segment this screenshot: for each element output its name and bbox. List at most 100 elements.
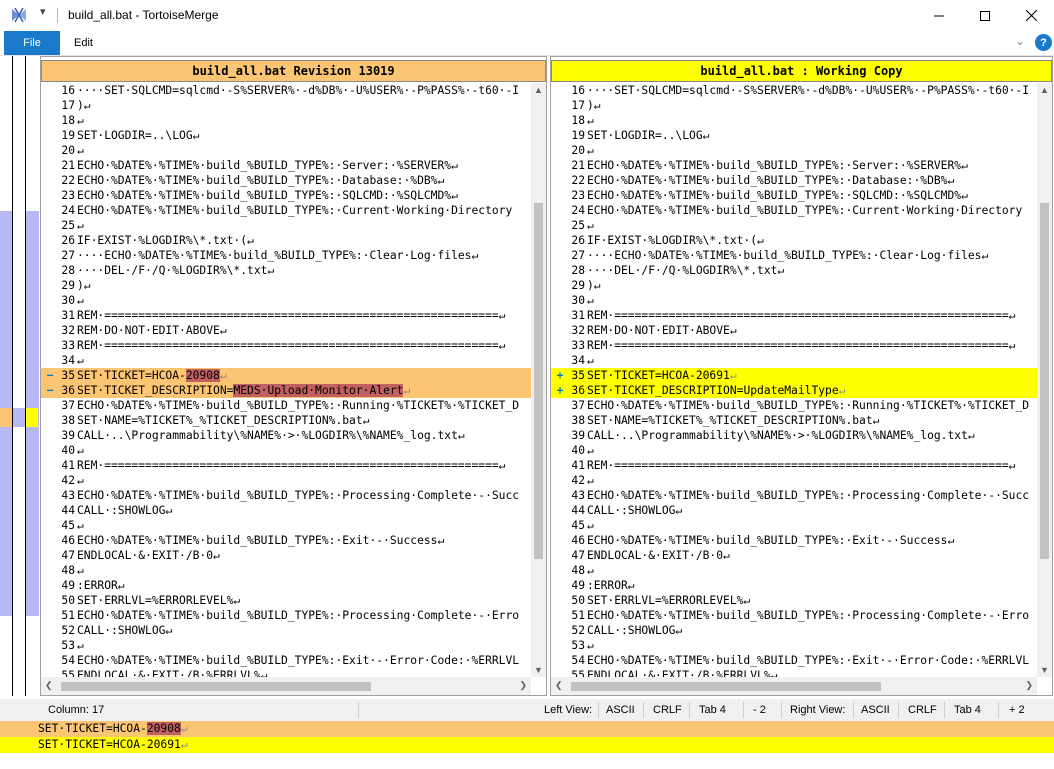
code-line[interactable]: 53 ↵: [41, 638, 531, 653]
code-line[interactable]: 46 ECHO·%DATE%·%TIME%·build_%BUILD_TYPE%:…: [551, 533, 1037, 548]
code-line[interactable]: 51 ECHO·%DATE%·%TIME%·build_%BUILD_TYPE%:…: [551, 608, 1037, 623]
code-line[interactable]: 28 ····DEL·/F·/Q·%LOGDIR%\*.txt↵: [41, 263, 531, 278]
code-line[interactable]: 50 SET·ERRLVL=%ERRORLEVEL%↵: [41, 593, 531, 608]
code-line[interactable]: 21 ECHO·%DATE%·%TIME%·build_%BUILD_TYPE%:…: [41, 158, 531, 173]
code-line[interactable]: 48 ↵: [41, 563, 531, 578]
code-line[interactable]: 31 REM·==================================…: [551, 308, 1037, 323]
code-line[interactable]: 17)↵: [551, 98, 1037, 113]
code-line[interactable]: 24 ECHO·%DATE%·%TIME%·build_%BUILD_TYPE%:…: [551, 203, 1037, 218]
right-eol-selector[interactable]: CRLF: [908, 704, 937, 716]
added-code-line[interactable]: +35 SET·TICKET=HCOA-20691↵: [551, 368, 1037, 383]
added-code-line[interactable]: +36 SET·TICKET_DESCRIPTION=UpdateMailType…: [551, 383, 1037, 398]
code-line[interactable]: 20 ↵: [41, 143, 531, 158]
code-line[interactable]: 26 IF·EXIST·%LOGDIR%\*.txt·(↵: [41, 233, 531, 248]
code-line[interactable]: 43 ECHO·%DATE%·%TIME%·build_%BUILD_TYPE%:…: [41, 488, 531, 503]
code-line[interactable]: 40 ↵: [551, 443, 1037, 458]
ribbon-collapse-chevron-icon[interactable]: ⌄: [1015, 34, 1025, 48]
code-line[interactable]: 20 ↵: [551, 143, 1037, 158]
code-line[interactable]: 47 ENDLOCAL·&·EXIT·/B·0↵: [41, 548, 531, 563]
code-line[interactable]: 22 ECHO·%DATE%·%TIME%·build_%BUILD_TYPE%:…: [41, 173, 531, 188]
bottom-diff-line-right[interactable]: SET·TICKET=HCOA-20691↵: [0, 737, 1054, 753]
left-view-pane[interactable]: build_all.bat Revision 13019 16 ····SET·S…: [40, 56, 547, 696]
code-line[interactable]: 54 ECHO·%DATE%·%TIME%·build_%BUILD_TYPE%:…: [551, 653, 1037, 668]
left-vertical-scroll-thumb[interactable]: [534, 203, 543, 559]
code-line[interactable]: 25 ↵: [551, 218, 1037, 233]
right-horizontal-scrollbar[interactable]: ❮ ❯: [551, 677, 1037, 695]
code-line[interactable]: 49:ERROR↵: [41, 578, 531, 593]
code-line[interactable]: 51 ECHO·%DATE%·%TIME%·build_%BUILD_TYPE%:…: [41, 608, 531, 623]
code-line[interactable]: 46 ECHO·%DATE%·%TIME%·build_%BUILD_TYPE%:…: [41, 533, 531, 548]
code-line[interactable]: 33 REM·==================================…: [551, 338, 1037, 353]
file-menu-tab[interactable]: File: [4, 31, 60, 55]
scroll-down-icon[interactable]: ▼: [534, 665, 543, 675]
code-line[interactable]: 47 ENDLOCAL·&·EXIT·/B·0↵: [551, 548, 1037, 563]
code-line[interactable]: 44 CALL·:SHOWLOG↵: [41, 503, 531, 518]
code-line[interactable]: 23 ECHO·%DATE%·%TIME%·build_%BUILD_TYPE%:…: [41, 188, 531, 203]
code-line[interactable]: 50 SET·ERRLVL=%ERRORLEVEL%↵: [551, 593, 1037, 608]
right-vertical-scrollbar[interactable]: ▲ ▼: [1037, 83, 1052, 677]
code-line[interactable]: 37 ECHO·%DATE%·%TIME%·build_%BUILD_TYPE%:…: [551, 398, 1037, 413]
code-line[interactable]: 19 SET·LOGDIR=..\LOG↵: [41, 128, 531, 143]
removed-code-line[interactable]: −36 SET·TICKET_DESCRIPTION=MEDS·Upload·Mo…: [41, 383, 531, 398]
left-horizontal-scroll-thumb[interactable]: [61, 682, 371, 691]
code-line[interactable]: 23 ECHO·%DATE%·%TIME%·build_%BUILD_TYPE%:…: [551, 188, 1037, 203]
minimize-button[interactable]: [916, 0, 962, 31]
quick-access-dropdown-icon[interactable]: ▾: [40, 5, 46, 18]
code-line[interactable]: 28 ····DEL·/F·/Q·%LOGDIR%\*.txt↵: [551, 263, 1037, 278]
maximize-button[interactable]: [962, 0, 1008, 31]
code-line[interactable]: 27 ····ECHO·%DATE%·%TIME%·build_%BUILD_TY…: [551, 248, 1037, 263]
code-line[interactable]: 18 ↵: [41, 113, 531, 128]
right-horizontal-scroll-thumb[interactable]: [571, 682, 881, 691]
scroll-down-icon[interactable]: ▼: [1040, 665, 1049, 675]
right-encoding-selector[interactable]: ASCII: [861, 704, 890, 716]
code-line[interactable]: 43 ECHO·%DATE%·%TIME%·build_%BUILD_TYPE%:…: [551, 488, 1037, 503]
code-line[interactable]: 52 CALL·:SHOWLOG↵: [551, 623, 1037, 638]
scroll-up-icon[interactable]: ▲: [534, 85, 543, 95]
code-line[interactable]: 32 REM·DO·NOT·EDIT·ABOVE↵: [41, 323, 531, 338]
code-line[interactable]: 45 ↵: [551, 518, 1037, 533]
code-line[interactable]: 21 ECHO·%DATE%·%TIME%·build_%BUILD_TYPE%:…: [551, 158, 1037, 173]
code-line[interactable]: 24 ECHO·%DATE%·%TIME%·build_%BUILD_TYPE%:…: [41, 203, 531, 218]
bottom-diff-line-left[interactable]: SET·TICKET=HCOA-20908↵: [0, 721, 1054, 737]
left-eol-selector[interactable]: CRLF: [653, 704, 682, 716]
right-code-area[interactable]: 16 ····SET·SQLCMD=sqlcmd·-S%SERVER%·-d%DB…: [551, 83, 1037, 677]
code-line[interactable]: 34 ↵: [41, 353, 531, 368]
code-line[interactable]: 41 REM·==================================…: [41, 458, 531, 473]
code-line[interactable]: 16 ····SET·SQLCMD=sqlcmd·-S%SERVER%·-d%DB…: [41, 83, 531, 98]
code-line[interactable]: 38 SET·NAME=%TICKET%_%TICKET_DESCRIPTION%…: [41, 413, 531, 428]
scroll-up-icon[interactable]: ▲: [1040, 85, 1049, 95]
left-code-area[interactable]: 16 ····SET·SQLCMD=sqlcmd·-S%SERVER%·-d%DB…: [41, 83, 531, 677]
removed-code-line[interactable]: −35 SET·TICKET=HCOA-20908↵: [41, 368, 531, 383]
code-line[interactable]: 26 IF·EXIST·%LOGDIR%\*.txt·(↵: [551, 233, 1037, 248]
scroll-right-icon[interactable]: ❯: [1025, 680, 1033, 691]
left-horizontal-scrollbar[interactable]: ❮ ❯: [41, 677, 531, 695]
code-line[interactable]: 19 SET·LOGDIR=..\LOG↵: [551, 128, 1037, 143]
right-tab-selector[interactable]: Tab 4: [954, 704, 981, 716]
left-vertical-scrollbar[interactable]: ▲ ▼: [531, 83, 546, 677]
code-line[interactable]: 27 ····ECHO·%DATE%·%TIME%·build_%BUILD_TY…: [41, 248, 531, 263]
code-line[interactable]: 42 ↵: [41, 473, 531, 488]
code-line[interactable]: 38 SET·NAME=%TICKET%_%TICKET_DESCRIPTION%…: [551, 413, 1037, 428]
code-line[interactable]: 17)↵: [41, 98, 531, 113]
code-line[interactable]: 52 CALL·:SHOWLOG↵: [41, 623, 531, 638]
left-encoding-selector[interactable]: ASCII: [606, 704, 635, 716]
right-vertical-scroll-thumb[interactable]: [1040, 203, 1049, 559]
scroll-right-icon[interactable]: ❯: [519, 680, 527, 691]
code-line[interactable]: 39 CALL·..\Programmability\%NAME%·>·%LOGD…: [41, 428, 531, 443]
code-line[interactable]: 39 CALL·..\Programmability\%NAME%·>·%LOGD…: [551, 428, 1037, 443]
code-line[interactable]: 25 ↵: [41, 218, 531, 233]
code-line[interactable]: 55 ENDLOCAL·&·EXIT·/B·%ERRLVL%↵: [551, 668, 1037, 677]
code-line[interactable]: 32 REM·DO·NOT·EDIT·ABOVE↵: [551, 323, 1037, 338]
diff-locator-bar[interactable]: [0, 56, 40, 696]
code-line[interactable]: 16 ····SET·SQLCMD=sqlcmd·-S%SERVER%·-d%DB…: [551, 83, 1037, 98]
code-line[interactable]: 30 ↵: [551, 293, 1037, 308]
code-line[interactable]: 53 ↵: [551, 638, 1037, 653]
scroll-left-icon[interactable]: ❮: [555, 680, 563, 691]
code-line[interactable]: 18 ↵: [551, 113, 1037, 128]
code-line[interactable]: 54 ECHO·%DATE%·%TIME%·build_%BUILD_TYPE%:…: [41, 653, 531, 668]
code-line[interactable]: 29)↵: [41, 278, 531, 293]
code-line[interactable]: 41 REM·==================================…: [551, 458, 1037, 473]
code-line[interactable]: 29)↵: [551, 278, 1037, 293]
code-line[interactable]: 34 ↵: [551, 353, 1037, 368]
edit-menu-tab[interactable]: Edit: [74, 37, 93, 49]
